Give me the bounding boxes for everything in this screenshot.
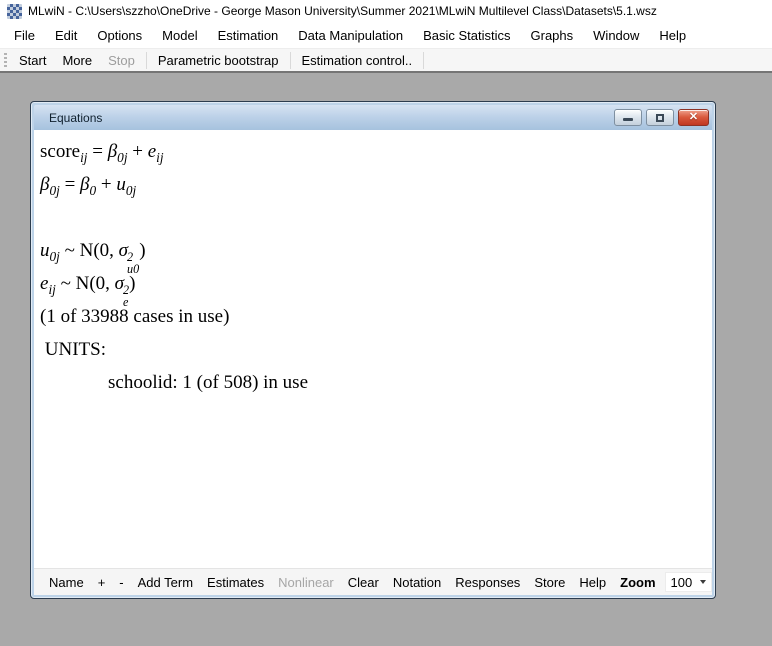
toolbar-separator: [423, 52, 424, 69]
equations-titlebar[interactable]: Equations ✕: [34, 105, 712, 130]
eq-token: u: [40, 240, 50, 261]
close-icon: ✕: [689, 112, 698, 123]
main-toolbar: StartMoreStop Parametric bootstrap Estimat…: [0, 48, 772, 71]
eq-toolbar-button-clear[interactable]: Clear: [341, 575, 386, 590]
eq-token: 0j: [126, 183, 136, 198]
toolbar-separator: [146, 52, 147, 69]
eq-toolbar-button-responses[interactable]: Responses: [448, 575, 527, 590]
eq-token: score: [40, 141, 80, 162]
eq-token: ): [139, 240, 145, 261]
eq-token: ~ N(0,: [56, 273, 115, 294]
equations-body: scoreij = β0j + eijβ0j = β0 + u0ju0j ~ N…: [34, 130, 712, 595]
equations-window: Equations ✕ scoreij = β0j + eijβ0j = β0 …: [30, 101, 716, 599]
restore-button[interactable]: [646, 109, 674, 126]
zoom-combobox[interactable]: 100: [665, 572, 712, 592]
eq-token: ~ N(0,: [60, 240, 119, 261]
eq-token: ): [129, 273, 135, 294]
eq-token: 0j: [117, 150, 127, 165]
equation-line: UNITS:: [40, 333, 712, 366]
eq-token: (1 of 33988 cases in use): [40, 306, 229, 327]
toolbar-button-estimation-control[interactable]: Estimation control..: [294, 50, 421, 71]
equations-area[interactable]: scoreij = β0j + eijβ0j = β0 + u0ju0j ~ N…: [34, 130, 712, 568]
toolbar-grip-handle[interactable]: [4, 53, 7, 68]
app-title: MLwiN - C:\Users\szzho\OneDrive - George…: [28, 4, 657, 18]
eq-token: β: [108, 141, 117, 162]
close-button[interactable]: ✕: [678, 109, 709, 126]
eq-token: =: [87, 141, 107, 162]
eq-toolbar-button-store[interactable]: Store: [527, 575, 572, 590]
minimize-icon: [623, 118, 633, 121]
eq-toolbar-button-nonlinear: Nonlinear: [271, 575, 341, 590]
eq-token: =: [60, 174, 80, 195]
equation-line: schoolid: 1 (of 508) in use: [40, 366, 712, 399]
toolbar-separator: [290, 52, 291, 69]
equation-line: β0j = β0 + u0j: [40, 168, 712, 201]
eq-token: ij: [48, 282, 55, 297]
eq-token: UNITS:: [40, 339, 106, 360]
eq-token: ij: [156, 150, 163, 165]
toolbar-button-parametric-bootstrap[interactable]: Parametric bootstrap: [150, 50, 287, 71]
restore-icon: [656, 114, 664, 122]
minimize-button[interactable]: [614, 109, 642, 126]
toolbar-button-stop: Stop: [100, 50, 143, 71]
zoom-value: 100: [671, 575, 693, 590]
equation-line: scoreij = β0j + eij: [40, 135, 712, 168]
eq-toolbar-button-add-term[interactable]: Add Term: [131, 575, 200, 590]
eq-token: +: [128, 141, 148, 162]
menu-data-manipulation[interactable]: Data Manipulation: [288, 24, 413, 47]
equation-line: (1 of 33988 cases in use): [40, 300, 712, 333]
menu-window[interactable]: Window: [583, 24, 649, 47]
menubar: FileEditOptionsModelEstimationData Manip…: [0, 22, 772, 48]
menu-edit[interactable]: Edit: [45, 24, 87, 47]
eq-toolbar-button-remove[interactable]: -: [112, 575, 130, 590]
equation-line: u0j ~ N(0, σ2u0): [40, 234, 712, 267]
menu-model[interactable]: Model: [152, 24, 207, 47]
eq-toolbar-button-name[interactable]: Name: [42, 575, 91, 590]
eq-token: β: [80, 174, 89, 195]
mdi-workspace: Equations ✕ scoreij = β0j + eijβ0j = β0 …: [0, 71, 772, 646]
toolbar-button-start[interactable]: Start: [11, 50, 54, 71]
eq-toolbar-button-notation[interactable]: Notation: [386, 575, 448, 590]
combo-dropdown-arrow-icon: [700, 580, 706, 584]
eq-token: 0j: [50, 249, 60, 264]
eq-toolbar-button-zoom[interactable]: Zoom: [613, 575, 662, 590]
eq-token: schoolid: 1 (of 508) in use: [108, 372, 308, 393]
eq-toolbar-button-add[interactable]: +: [91, 575, 113, 590]
menu-graphs[interactable]: Graphs: [521, 24, 584, 47]
eq-toolbar-button-estimates[interactable]: Estimates: [200, 575, 271, 590]
menu-estimation[interactable]: Estimation: [208, 24, 289, 47]
menu-file[interactable]: File: [4, 24, 45, 47]
menu-help[interactable]: Help: [649, 24, 696, 47]
menu-basic-statistics[interactable]: Basic Statistics: [413, 24, 520, 47]
eq-token: +: [96, 174, 116, 195]
eq-token: e: [148, 141, 156, 162]
toolbar-button-more[interactable]: More: [54, 50, 100, 71]
equation-line: eij ~ N(0, σ2e): [40, 267, 712, 300]
equation-spacer: [40, 201, 712, 234]
app-titlebar[interactable]: MLwiN - C:\Users\szzho\OneDrive - George…: [0, 0, 772, 22]
eq-token: 0j: [49, 183, 59, 198]
eq-token: u: [116, 174, 126, 195]
equations-window-title: Equations: [49, 111, 610, 125]
equations-toolbar: Name+-Add TermEstimatesNonlinearClearNot…: [34, 568, 712, 595]
eq-toolbar-button-help[interactable]: Help: [572, 575, 613, 590]
mlwin-application: MLwiN - C:\Users\szzho\OneDrive - George…: [0, 0, 772, 646]
mlwin-app-icon: [7, 4, 22, 19]
menu-options[interactable]: Options: [87, 24, 152, 47]
